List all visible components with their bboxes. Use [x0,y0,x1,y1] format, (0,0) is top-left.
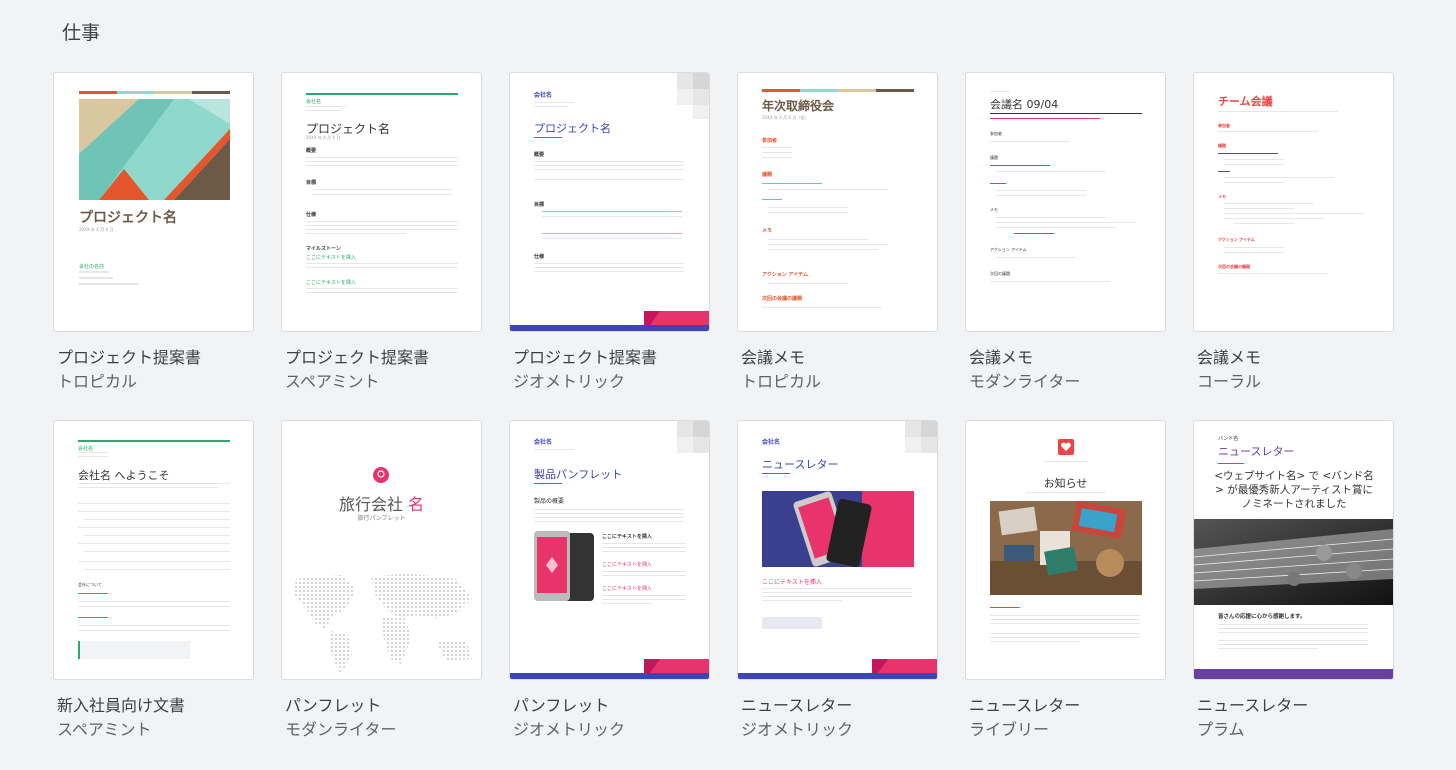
template-style: プラム [1197,720,1245,739]
template-style: スペアミント [285,372,380,391]
geometric-corner-pattern [663,73,709,119]
template-name: プロジェクト提案書 [57,348,202,367]
template-card-project-tropical[interactable]: プロジェクト名 20XX 年 X 月 X 日 会社の名前 プロジェクト提案書 ト… [53,72,254,394]
geometric-corner-pattern [905,421,937,453]
world-map-dots [294,573,472,675]
template-thumbnail[interactable]: バンド名 ニュースレター <ウェブサイト名> で <バンド名> が最優秀新人アー… [1193,420,1394,680]
template-thumbnail[interactable]: チーム会議 参加者 議題 メモ アクション アイテム 次回の会議の議題 [1193,72,1394,332]
template-card-pamphlet-modern[interactable]: 旅行会社 名 旅行パンフレット パンフレット モダンライター [281,420,482,742]
template-thumbnail[interactable]: お知らせ [965,420,1166,680]
workshop-photo [990,501,1142,595]
template-name: 新入社員向け文書 [57,696,186,715]
template-card-onboarding-spearmint[interactable]: 会社名 会社名 へようこそ 会社について 新入社員向け文書 スペアミント [53,420,254,742]
template-card-project-spearmint[interactable]: 会社名 プロジェクト名 20XX 年 X 月 X 日 概要 目標 仕様 マイルス… [281,72,482,394]
template-name: パンフレット [285,696,382,715]
template-style: ジオメトリック [513,372,626,391]
template-name: 会議メモ [741,348,806,367]
template-card-pamphlet-geometric[interactable]: 会社名 製品パンフレット 製品の概要 ここにテキストを挿入 ここにテキストを挿入… [509,420,710,742]
newsletter-phone-image [762,491,914,567]
phone-product-image [534,531,594,601]
template-thumbnail[interactable]: 会社名 会社名 へようこそ 会社について [53,420,254,680]
template-thumbnail[interactable]: 年次取締役会 20XX 年 X 月 X 日（金） 参加者 議題 メモ アクション… [737,72,938,332]
map-pin-icon [373,467,389,483]
template-thumbnail[interactable]: 会社名 製品パンフレット 製品の概要 ここにテキストを挿入 ここにテキストを挿入… [509,420,710,680]
plum-footer [1194,669,1393,679]
template-style: モダンライター [969,372,1081,391]
template-style: コーラル [1197,372,1262,391]
template-thumbnail[interactable]: プロジェクト名 20XX 年 X 月 X 日 会社の名前 [53,72,254,332]
template-name: ニュースレター [969,696,1081,715]
template-style: トロピカル [741,372,822,391]
template-card-newsletter-plum[interactable]: バンド名 ニュースレター <ウェブサイト名> で <バンド名> が最優秀新人アー… [1193,420,1394,742]
template-card-project-geometric[interactable]: 会社名 プロジェクト名 概要 目標 仕様 プロジェクト提案書 ジオメトリック [509,72,710,394]
geometric-footer [510,659,709,679]
template-style: ライブリー [969,720,1050,739]
template-name: ニュースレター [1197,696,1309,715]
template-name: パンフレット [513,696,610,715]
guitar-photo [1194,519,1393,605]
heart-icon [1058,439,1074,455]
template-style: トロピカル [57,372,138,391]
template-style: ジオメトリック [513,720,626,739]
geometric-footer [510,311,709,331]
template-style: スペアミント [57,720,152,739]
template-card-memo-coral[interactable]: チーム会議 参加者 議題 メモ アクション アイテム 次回の会議の議題 会議メモ… [1193,72,1394,394]
template-name: ニュースレター [741,696,853,715]
template-name: プロジェクト提案書 [513,348,658,367]
template-style: ジオメトリック [741,720,854,739]
template-thumbnail[interactable]: 旅行会社 名 旅行パンフレット [281,420,482,680]
tropical-banner-image [79,99,230,200]
template-name: 会議メモ [969,348,1034,367]
template-card-memo-tropical[interactable]: 年次取締役会 20XX 年 X 月 X 日（金） 参加者 議題 メモ アクション… [737,72,938,394]
geometric-footer [738,659,937,679]
template-style: モダンライター [285,720,397,739]
template-name: プロジェクト提案書 [285,348,430,367]
template-thumbnail[interactable]: 会社名 ニュースレター ここにテキストを挿入 [737,420,938,680]
template-thumbnail[interactable]: 会社名 プロジェクト名 概要 目標 仕様 [509,72,710,332]
template-thumbnail[interactable]: 会議名 09/04 参加者 議題 メモ アクション アイテム 次回の議題 [965,72,1166,332]
template-card-newsletter-lively[interactable]: お知らせ ニュースレター ライブリー [965,420,1166,742]
geometric-corner-pattern [677,421,709,453]
section-title: 仕事 [62,22,101,44]
template-card-newsletter-geometric[interactable]: 会社名 ニュースレター ここにテキストを挿入 ニュースレター ジオメトリック [737,420,938,742]
template-card-memo-modern[interactable]: 会議名 09/04 参加者 議題 メモ アクション アイテム 次回の議題 会議メ… [965,72,1166,394]
template-thumbnail[interactable]: 会社名 プロジェクト名 20XX 年 X 月 X 日 概要 目標 仕様 マイルス… [281,72,482,332]
template-name: 会議メモ [1197,348,1262,367]
